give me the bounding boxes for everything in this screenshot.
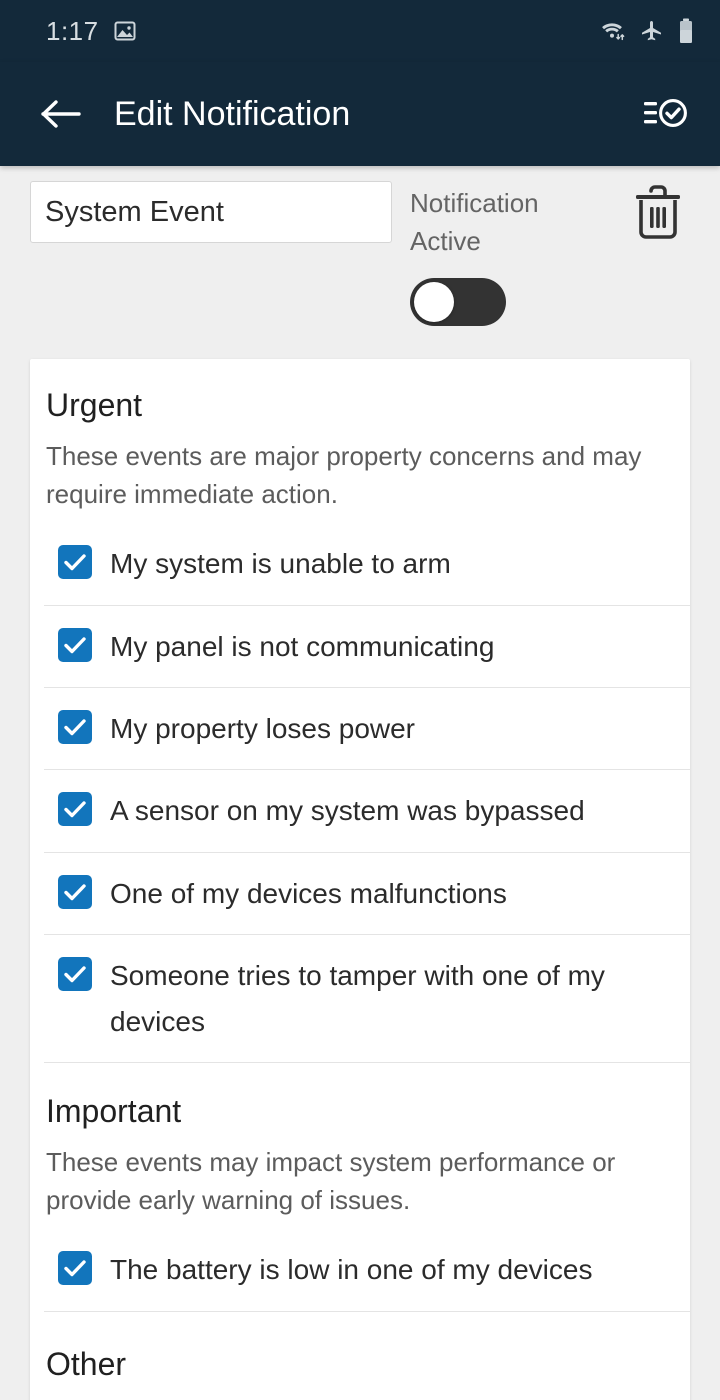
notification-active-group: Notification Active [410,181,585,327]
status-bar-right [600,18,694,44]
section-important-options: The battery is low in one of my devices [30,1229,690,1312]
notification-name-value: System Event [45,195,224,228]
option-label: A sensor on my system was bypassed [110,795,585,827]
section-urgent-description: These events are major property concerns… [46,441,642,509]
notification-active-toggle[interactable] [410,278,506,327]
notification-active-label: Notification Active [410,188,539,256]
page-title: Edit Notification [114,94,351,133]
image-notification-icon [113,19,137,43]
section-important-title: Important [46,1092,182,1129]
status-bar-left: 1:17 [46,16,137,47]
option-label: My property loses power [110,713,416,745]
checkbox-checked-icon[interactable] [58,710,92,745]
playlist-check-icon [644,99,687,127]
option-label: My panel is not communicating [110,630,495,662]
option-label: One of my devices malfunctions [110,877,507,909]
notification-settings-card: Urgent These events are major property c… [30,359,690,1400]
airplane-mode-icon [640,19,664,43]
back-button[interactable] [34,86,90,142]
checkbox-checked-icon[interactable] [58,792,92,827]
section-urgent-title: Urgent [46,387,143,423]
option-row[interactable]: Someone tries to tamper with one of my d… [44,935,690,1063]
option-label: My system is unable to arm [110,548,451,580]
section-urgent-header: Urgent These events are major property c… [30,359,690,513]
option-label: Someone tries to tamper with one of my d… [110,960,605,1037]
back-arrow-icon [41,100,81,128]
checkbox-checked-icon[interactable] [58,874,92,909]
option-row[interactable]: My system is unable to arm [44,523,690,606]
status-bar-clock: 1:17 [46,15,99,46]
section-urgent: Urgent These events are major property c… [30,359,690,1063]
option-row[interactable]: A sensor on my system was bypassed [44,770,690,853]
delete-notification-button[interactable] [626,181,690,245]
section-important-header: Important These events may impact system… [30,1063,690,1219]
checkbox-checked-icon[interactable] [58,627,92,662]
notification-edit-row: System Event Notification Active [0,166,720,359]
checkbox-checked-icon[interactable] [58,957,92,992]
section-important: Important These events may impact system… [30,1063,690,1312]
battery-icon [678,18,694,44]
checkbox-checked-icon[interactable] [58,1251,92,1286]
section-other: Other [30,1312,690,1383]
option-row[interactable]: The battery is low in one of my devices [44,1229,690,1312]
option-label: The battery is low in one of my devices [110,1254,593,1286]
toggle-knob [414,282,454,323]
section-important-description: These events may impact system performan… [46,1146,616,1215]
app-bar: Edit Notification [0,62,720,166]
option-row[interactable]: My panel is not communicating [44,606,690,689]
section-other-header: Other [30,1312,690,1383]
section-other-title: Other [46,1345,127,1382]
save-notification-button[interactable] [638,86,694,142]
option-row[interactable]: My property loses power [44,688,690,771]
checkbox-checked-icon[interactable] [58,545,92,580]
notification-name-input[interactable]: System Event [30,181,392,243]
trash-icon [636,185,680,239]
status-bar: 1:17 [0,0,720,62]
section-urgent-options: My system is unable to arm My panel is n… [30,523,690,1063]
option-row[interactable]: One of my devices malfunctions [44,853,690,936]
wifi-icon [600,19,626,43]
